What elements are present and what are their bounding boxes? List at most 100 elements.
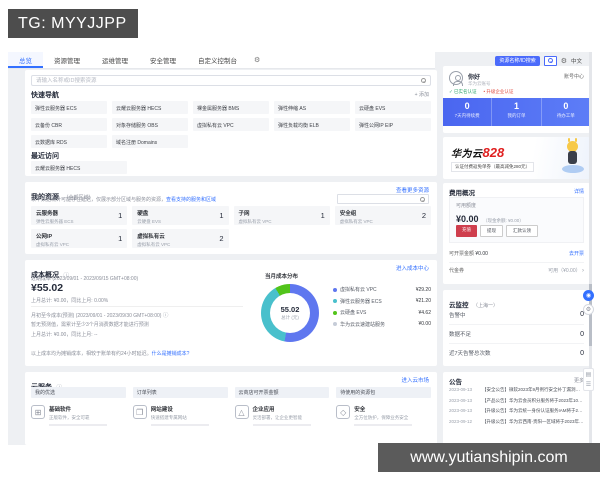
marketplace-link[interactable]: 进入云市场 (401, 376, 429, 384)
resources-grid: 云服务器 弹性云服务器 ECS 1 硬盘 云硬盘 EVS 1 子网 虚拟私有云 … (31, 206, 431, 248)
monitor-row-7day-alarms[interactable]: 近7天告警总次数0 (449, 343, 584, 362)
account-center-link[interactable]: 账号中心 (564, 73, 584, 80)
service-item-website[interactable]: ❐ 网站建设 快速搭建专属网站 (133, 405, 228, 426)
tab-resource-mgmt[interactable]: 资源管理 (43, 52, 91, 68)
monitor-row-no-data[interactable]: 数据不足0 (449, 324, 584, 343)
quicknav-item[interactable]: 弹性负载均衡 ELB (274, 118, 350, 131)
recent-visits-title: 最近访问 (31, 151, 59, 161)
tab-ops-mgmt[interactable]: 运维管理 (91, 52, 139, 68)
quicknav-item[interactable]: 裸金属服务器 BMS (193, 101, 269, 114)
cost-center-link[interactable]: 进入成本中心 (396, 264, 429, 272)
quicknav-item[interactable]: 弹性伸缩 AS (274, 101, 350, 114)
quicknav-item[interactable]: 弹性公网IP EIP (355, 118, 431, 131)
feedback-widget: ▤ ☰ (583, 368, 594, 391)
quicknav-item[interactable]: 云耀云服务器 HECS (112, 101, 188, 114)
quicknav-item[interactable]: 云数据库 RDS (31, 135, 107, 148)
quicknav-item[interactable]: 云备份 CBR (31, 118, 107, 131)
cost-footer: 以上成本均为摊销成本，相较于账单有约24小时延迟。什么是摊销成本? (31, 350, 189, 357)
cost-forecast-sub: 上月总计: ¥0.00，同比上月: -- (31, 331, 97, 338)
mascot-illustration (562, 141, 584, 175)
quicknav-item[interactable]: 弹性云服务器 ECS (31, 101, 107, 114)
banner-title: 华为云828 (451, 144, 504, 162)
quota-label: 可用额度 (456, 202, 476, 209)
quicknav-item[interactable]: 对象存储服务 OBS (112, 118, 188, 131)
global-search-pill[interactable]: 资源名称/ID搜索 (495, 56, 539, 66)
service-pill[interactable]: 云商店可开票金额 (235, 387, 330, 398)
amortized-cost-link[interactable]: 什么是摊销成本? (152, 351, 190, 357)
tab-overview[interactable]: 总览 (8, 52, 43, 68)
huawei-cloud-console-page: { "watermarks": { "top": "TG: MYYJJPP", … (0, 0, 600, 480)
settings-fab-gear-icon[interactable]: ⚙ (583, 304, 594, 315)
cost-recent-period: 近期成本 (2023/09/01 - 2023/09/15 GMT+08:00) (31, 275, 138, 282)
resource-card-ecs[interactable]: 云服务器 弹性云服务器 ECS 1 (31, 206, 127, 225)
announcement-item[interactable]: 2023-09-12 【升级公告】华为云西南-贵阳一区域将于2023年9月14日… (449, 419, 584, 425)
resource-card-subnet[interactable]: 子网 虚拟私有云 VPC 1 (234, 206, 330, 225)
announcements-card: 公告 更多 2023-09-13 【安全公告】微软2023年9月例行安全补丁漏洞… (443, 372, 590, 445)
info-icon[interactable]: ⓘ (163, 313, 169, 319)
recharge-button[interactable]: 充值 (456, 225, 477, 237)
quicknav-item[interactable]: 虚拟私有云 VPC (193, 118, 269, 131)
billing-buttons: 充值 提现 汇款认领 (456, 225, 538, 237)
stat-tickets[interactable]: 0 待办工单 (541, 98, 590, 126)
global-search-button[interactable] (544, 56, 557, 66)
billing-title: 费用概况 (449, 187, 475, 197)
service-item-security[interactable]: ◇ 安全 全方位防护，保障业务安全 (336, 405, 431, 426)
issue-invoice-link[interactable]: 去开票 (569, 250, 584, 257)
recent-visit-item[interactable]: 云耀云服务器 HECS (31, 161, 127, 174)
upgrade-auth-link[interactable]: • 升级企业认证 (484, 89, 514, 95)
quicknav-grid: 弹性云服务器 ECS 云耀云服务器 HECS 裸金属服务器 BMS 弹性伸缩 A… (31, 101, 431, 148)
announcement-list: 2023-09-13 【安全公告】微软2023年9月例行安全补丁漏洞预警 202… (449, 387, 584, 425)
enterprise-app-icon: △ (235, 405, 249, 419)
gear-icon[interactable]: ⚙ (561, 57, 567, 65)
monitor-row-alarms[interactable]: 告警中0 (449, 305, 584, 324)
service-item-enterprise[interactable]: △ 企业应用 灵活部署，让企业更智能 (235, 405, 330, 426)
billing-details-link[interactable]: 详情 (574, 188, 584, 195)
service-pill[interactable]: 待使用的资源包 (336, 387, 431, 398)
cost-recent-sub: 上月总计: ¥0.00，同比上月: 0.00% (31, 297, 108, 304)
quicknav-item[interactable]: 云硬盘 EVS (355, 101, 431, 114)
resource-search-input[interactable] (31, 75, 431, 86)
resource-count: 2 (219, 234, 223, 243)
banner-subtitle: 认证付费返免单券（最高减免280元） (451, 162, 534, 172)
tab-security-mgmt[interactable]: 安全管理 (139, 52, 187, 68)
resources-filter-input[interactable] (337, 194, 429, 204)
resource-card-vpc[interactable]: 虚拟私有云 虚拟私有云 VPC 2 (132, 229, 228, 248)
my-resources-hint: 以下数据统计可能存在延迟，仅展示部分区域与服务的资源，查看支持的服务和区域 (31, 196, 216, 203)
language-switch[interactable]: 中文 (571, 57, 582, 65)
legend-item: 虚拟私有云 VPC ¥29.20 (333, 286, 431, 293)
withdraw-button[interactable]: 提现 (480, 225, 503, 237)
resource-card-security-group[interactable]: 安全组 虚拟私有云 VPC 2 (335, 206, 431, 225)
software-icon: ⊞ (31, 405, 45, 419)
resource-card-eip[interactable]: 公网IP 虚拟私有云 VPC 1 (31, 229, 127, 248)
promo-banner-828[interactable]: 华为云828 认证付费返免单券（最高减免280元） (443, 137, 590, 179)
cost-donut-total: 55.02 (281, 305, 300, 314)
resource-card-evs[interactable]: 硬盘 云硬盘 EVS 1 (132, 206, 228, 225)
service-item-software[interactable]: ⊞ 基础软件 正版软件，安全可靠 (31, 405, 126, 426)
service-pill[interactable]: 订单列表 (133, 387, 228, 398)
doc-icon[interactable]: ▤ (586, 371, 592, 378)
support-icon[interactable]: ◉ (583, 290, 594, 301)
menu-icon[interactable]: ☰ (586, 381, 591, 388)
console-shell: 总览 资源管理 运维管理 安全管理 自定义控制台 ⚙ 资源名称/ID搜索 ⚙ 中… (8, 52, 592, 445)
claim-remittance-button[interactable]: 汇款认领 (506, 225, 538, 237)
billing-card: 费用概况 详情 可用额度 ¥0.00 （现金余额: ¥0.00） 充值 提现 汇… (443, 183, 590, 284)
tab-custom-console[interactable]: 自定义控制台 (187, 52, 248, 68)
cost-distribution-title: 当月成本分布 (265, 272, 298, 280)
tab-settings-gear-icon[interactable]: ⚙ (248, 56, 266, 64)
announcement-item[interactable]: 2023-09-13 【升级公告】华为云统一身份认证服务IAM将于2023年..… (449, 408, 584, 414)
cloud-services-card: 云服务 ⓘ 进入云市场 我的优选 ⊞ 基础软件 正版软件，安全可靠 (25, 372, 437, 445)
my-resources-card: 我的资源 （全部区域） 以下数据统计可能存在延迟，仅展示部分区域与服务的资源，查… (25, 182, 437, 254)
announcement-item[interactable]: 2023-09-13 【产品公告】华为云会员积分服务将于2023年10月14日 … (449, 398, 584, 404)
resource-count: 2 (422, 211, 426, 220)
cost-donut-chart: 55.02 总计 (元) (261, 284, 319, 342)
view-more-resources-link[interactable]: 查看更多资源 (396, 186, 429, 194)
quicknav-add-button[interactable]: + 添加 (415, 91, 429, 98)
service-pill[interactable]: 我的优选 (31, 387, 126, 398)
supported-services-link[interactable]: 查看支持的服务和区域 (166, 197, 216, 203)
quicknav-item[interactable]: 域名注册 Domains (112, 135, 188, 148)
avatar[interactable] (449, 71, 463, 85)
stat-orders[interactable]: 1 我的订单 (491, 98, 540, 126)
stat-renewals[interactable]: 0 7天内待续费 (443, 98, 491, 126)
coupon-row[interactable]: 代金券 可用（¥0.00） › (449, 267, 584, 274)
announcement-item[interactable]: 2023-09-13 【安全公告】微软2023年9月例行安全补丁漏洞预警 (449, 387, 584, 393)
